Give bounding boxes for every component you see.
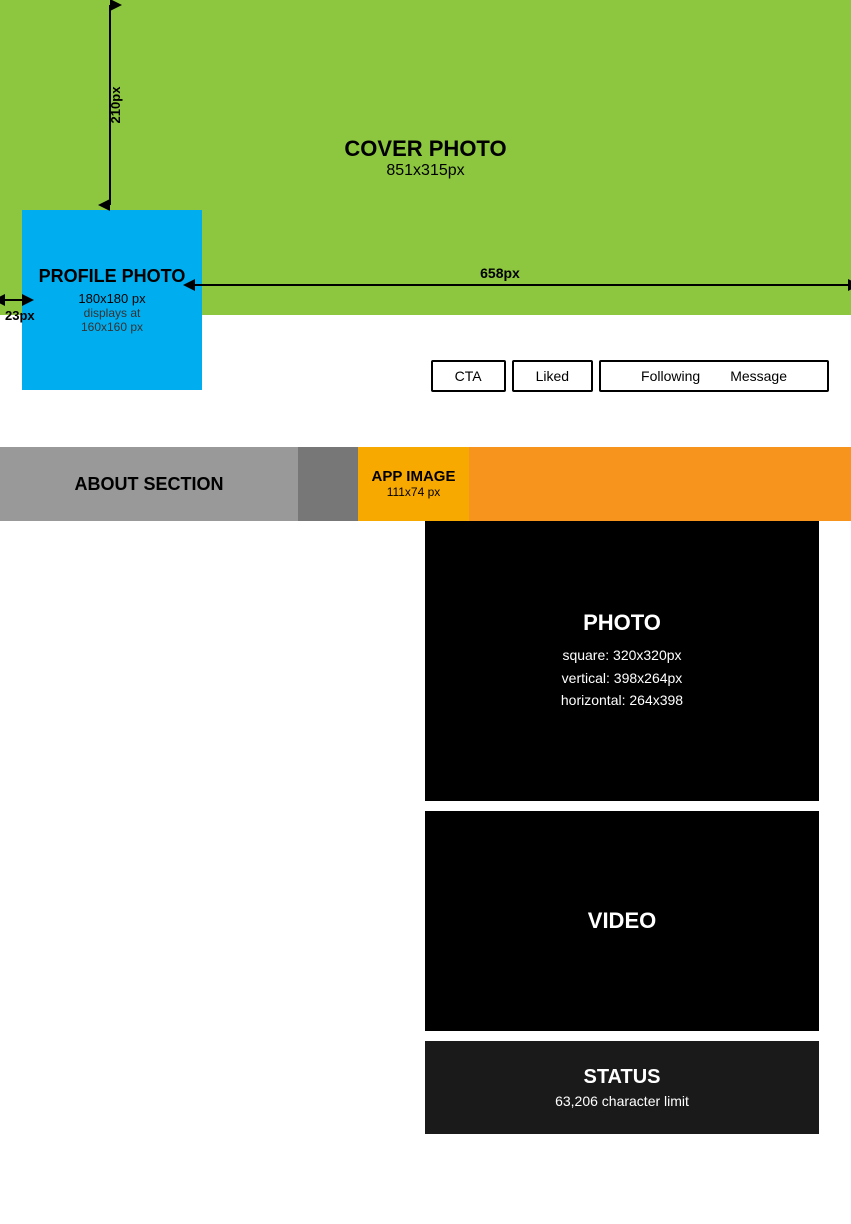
photo-square: square: 320x320px [562, 644, 681, 666]
photo-horizontal: horizontal: 264x398 [561, 689, 683, 711]
content-area: PHOTO square: 320x320px vertical: 398x26… [425, 521, 826, 1134]
video-title: VIDEO [588, 908, 656, 934]
cover-title: COVER PHOTO [344, 136, 506, 162]
action-buttons: CTA Liked Following Message [431, 360, 829, 392]
status-limit: 63,206 character limit [555, 1093, 689, 1109]
photo-vertical: vertical: 398x264px [562, 667, 683, 689]
video-block: VIDEO [425, 811, 819, 1031]
cover-label: COVER PHOTO 851x315px [344, 136, 506, 180]
cover-dimensions: 851x315px [344, 162, 506, 180]
nav-row: ABOUT SECTION APP IMAGE 111x74 px [0, 447, 851, 521]
cta-button[interactable]: CTA [431, 360, 506, 392]
photo-title: PHOTO [583, 610, 661, 636]
profile-dim3: 160x160 px [39, 320, 186, 334]
profile-photo: PROFILE PHOTO 180x180 px displays at 160… [22, 210, 202, 390]
status-title: STATUS [583, 1066, 660, 1089]
nav-about[interactable]: ABOUT SECTION [0, 447, 298, 521]
profile-title: PROFILE PHOTO [39, 266, 186, 288]
following-label: Following [641, 368, 700, 384]
liked-button[interactable]: Liked [512, 360, 593, 392]
nav-app-image[interactable]: APP IMAGE 111x74 px [358, 447, 469, 521]
photo-block: PHOTO square: 320x320px vertical: 398x26… [425, 521, 819, 801]
profile-dim2: displays at [39, 306, 186, 320]
about-section-label: ABOUT SECTION [74, 474, 223, 495]
app-image-label: APP IMAGE 111x74 px [372, 469, 456, 499]
message-label: Message [730, 368, 787, 384]
nav-orange-tab-3[interactable] [711, 447, 851, 521]
nav-orange-tab-1[interactable] [469, 447, 590, 521]
nav-orange-tab-2[interactable] [590, 447, 711, 521]
following-message-button[interactable]: Following Message [599, 360, 829, 392]
status-block: STATUS 63,206 character limit [425, 1041, 819, 1134]
nav-gray-item[interactable] [298, 447, 358, 521]
profile-dim1: 180x180 px [39, 291, 186, 306]
